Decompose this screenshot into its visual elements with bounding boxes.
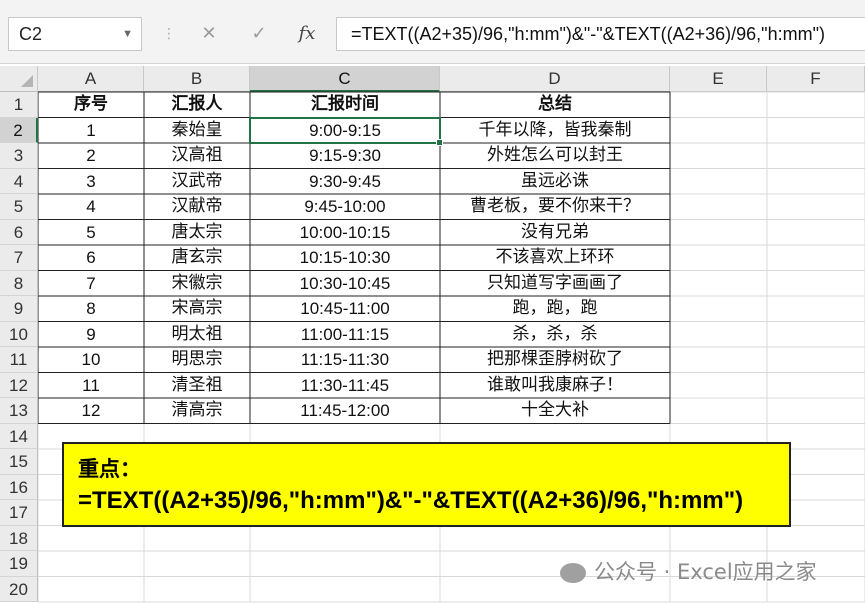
row-header-10[interactable]: 10: [0, 321, 38, 347]
fill-handle[interactable]: [436, 139, 443, 146]
header-index[interactable]: 序号: [38, 92, 144, 118]
cell-index[interactable]: 1: [38, 118, 144, 144]
cell-time[interactable]: 9:15-9:30: [250, 143, 440, 169]
row-header-15[interactable]: 15: [0, 449, 38, 475]
key-point-callout: 重点： =TEXT((A2+35)/96,"h:mm")&"-"&TEXT((A…: [62, 442, 791, 527]
cell-index[interactable]: 11: [38, 373, 144, 399]
cell-time[interactable]: 11:00-11:15: [250, 322, 440, 348]
cell-index[interactable]: 4: [38, 194, 144, 220]
row-header-5[interactable]: 5: [0, 194, 38, 220]
cell-summary[interactable]: 十全大补: [440, 398, 670, 424]
cell-time[interactable]: 11:45-12:00: [250, 398, 440, 424]
row-header-1[interactable]: 1: [0, 92, 38, 118]
cell-index[interactable]: 9: [38, 322, 144, 348]
cell-reporter[interactable]: 宋徽宗: [144, 271, 250, 297]
cell-index[interactable]: 3: [38, 169, 144, 195]
cell-time[interactable]: 11:30-11:45: [250, 373, 440, 399]
row-header-11[interactable]: 11: [0, 347, 38, 373]
cell-index[interactable]: 7: [38, 271, 144, 297]
header-summary[interactable]: 总结: [440, 92, 670, 118]
callout-formula: =TEXT((A2+35)/96,"h:mm")&"-"&TEXT((A2+36…: [78, 487, 744, 514]
row-header-16[interactable]: 16: [0, 474, 38, 500]
cell-reporter[interactable]: 明太祖: [144, 322, 250, 348]
cell-index[interactable]: 12: [38, 398, 144, 424]
cell-reporter[interactable]: 唐玄宗: [144, 245, 250, 271]
cell-index[interactable]: 8: [38, 296, 144, 322]
row-header-8[interactable]: 8: [0, 270, 38, 296]
cell-summary[interactable]: 虽远必诛: [440, 169, 670, 195]
cell-summary[interactable]: 跑，跑，跑: [440, 296, 670, 322]
row-header-4[interactable]: 4: [0, 168, 38, 194]
callout-title: 重点：: [78, 457, 141, 481]
row-header-6[interactable]: 6: [0, 219, 38, 245]
cell-reporter[interactable]: 清高宗: [144, 398, 250, 424]
row-header-12[interactable]: 12: [0, 372, 38, 398]
cell-reporter[interactable]: 宋高宗: [144, 296, 250, 322]
cell-time[interactable]: 10:30-10:45: [250, 271, 440, 297]
cell-summary[interactable]: 杀，杀，杀: [440, 322, 670, 348]
active-cell-selection[interactable]: [249, 116, 441, 144]
cell-summary[interactable]: 没有兄弟: [440, 220, 670, 246]
cell-time[interactable]: 10:45-11:00: [250, 296, 440, 322]
row-header-14[interactable]: 14: [0, 423, 38, 449]
cell-reporter[interactable]: 唐太宗: [144, 220, 250, 246]
cell-time[interactable]: 10:00-10:15: [250, 220, 440, 246]
cell-reporter[interactable]: 清圣祖: [144, 373, 250, 399]
cell-time[interactable]: 10:15-10:30: [250, 245, 440, 271]
row-header-9[interactable]: 9: [0, 296, 38, 322]
cell-summary[interactable]: 把那棵歪脖树砍了: [440, 347, 670, 373]
row-header-7[interactable]: 7: [0, 245, 38, 271]
cell-index[interactable]: 5: [38, 220, 144, 246]
row-header-13[interactable]: 13: [0, 398, 38, 424]
wechat-icon: [560, 563, 586, 583]
cell-summary[interactable]: 千年以降，皆我秦制: [440, 118, 670, 144]
cell-summary[interactable]: 曹老板，要不你来干？: [440, 194, 670, 220]
cell-reporter[interactable]: 秦始皇: [144, 118, 250, 144]
row-header-2[interactable]: 2: [0, 117, 38, 143]
watermark: 公众号 · Excel应用之家: [560, 555, 860, 589]
cell-index[interactable]: 10: [38, 347, 144, 373]
row-header-18[interactable]: 18: [0, 525, 38, 551]
cell-reporter[interactable]: 汉高祖: [144, 143, 250, 169]
cell-time[interactable]: 11:15-11:30: [250, 347, 440, 373]
row-header-20[interactable]: 20: [0, 576, 38, 602]
row-header-19[interactable]: 19: [0, 551, 38, 577]
cell-time[interactable]: 9:30-9:45: [250, 169, 440, 195]
cell-summary[interactable]: 不该喜欢上环环: [440, 245, 670, 271]
cell-summary[interactable]: 只知道写字画画了: [440, 271, 670, 297]
cell-summary[interactable]: 谁敢叫我康麻子！: [440, 373, 670, 399]
cell-reporter[interactable]: 汉武帝: [144, 169, 250, 195]
cell-reporter[interactable]: 明思宗: [144, 347, 250, 373]
header-time[interactable]: 汇报时间: [250, 92, 440, 118]
cell-time[interactable]: 9:45-10:00: [250, 194, 440, 220]
row-header-3[interactable]: 3: [0, 143, 38, 169]
cell-summary[interactable]: 外姓怎么可以封王: [440, 143, 670, 169]
header-reporter[interactable]: 汇报人: [144, 92, 250, 118]
watermark-text: 公众号 · Excel应用之家: [594, 560, 817, 584]
cell-index[interactable]: 6: [38, 245, 144, 271]
cell-reporter[interactable]: 汉献帝: [144, 194, 250, 220]
cell-index[interactable]: 2: [38, 143, 144, 169]
row-header-17[interactable]: 17: [0, 500, 38, 526]
